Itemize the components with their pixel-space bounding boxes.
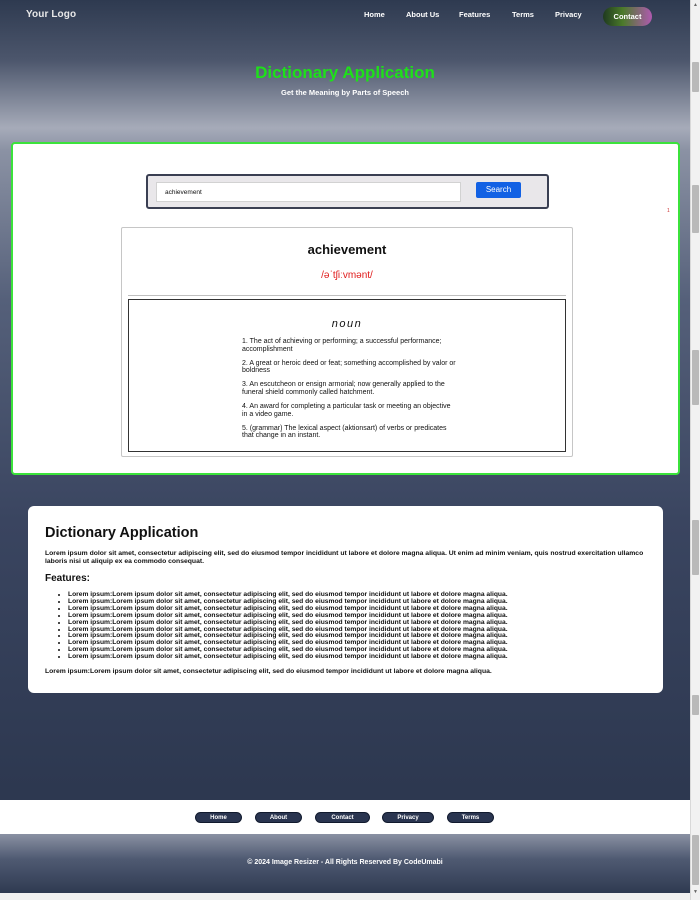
meanings-box: noun 1. The act of achieving or performi… xyxy=(128,299,566,452)
footer-terms-link[interactable]: Terms xyxy=(447,812,494,823)
contact-button[interactable]: Contact xyxy=(603,7,652,26)
part-of-speech: noun xyxy=(331,318,363,330)
footer-privacy-link[interactable]: Privacy xyxy=(382,812,434,823)
search-button[interactable]: Search xyxy=(476,182,521,198)
footer-nav: Home About Contact Privacy Terms xyxy=(0,800,690,834)
nav-home-link[interactable]: Home xyxy=(364,10,385,19)
horizontal-scrollbar[interactable] xyxy=(0,893,690,900)
result-word: achievement xyxy=(307,242,387,257)
scroll-up-arrow-icon[interactable]: ▲ xyxy=(693,2,698,8)
scroll-thumb[interactable] xyxy=(692,62,699,92)
page-marker: 1 xyxy=(667,208,670,214)
nav-privacy-link[interactable]: Privacy xyxy=(555,10,582,19)
about-title: Dictionary Application xyxy=(45,525,199,541)
scroll-thumb[interactable] xyxy=(692,185,699,233)
scroll-thumb[interactable] xyxy=(692,835,699,885)
nav-terms-link[interactable]: Terms xyxy=(512,10,534,19)
scroll-thumb[interactable] xyxy=(692,520,699,575)
scroll-thumb[interactable] xyxy=(692,695,699,715)
footer-home-link[interactable]: Home xyxy=(195,812,242,823)
result-phonetic: /əˈtʃiːvmənt/ xyxy=(321,270,373,281)
nav-about-link[interactable]: About Us xyxy=(406,10,439,19)
vertical-scrollbar[interactable]: ▲ ▼ xyxy=(690,0,700,900)
nav-features-link[interactable]: Features xyxy=(459,10,490,19)
scroll-thumb[interactable] xyxy=(692,350,699,405)
scroll-down-arrow-icon[interactable]: ▼ xyxy=(693,889,698,895)
header: Your Logo Home About Us Features Terms P… xyxy=(0,0,690,32)
about-footer-text: Lorem ipsum:Lorem ipsum dolor sit amet, … xyxy=(45,668,492,675)
page: Your Logo Home About Us Features Terms P… xyxy=(0,0,690,900)
about-card: Dictionary Application Lorem ipsum dolor… xyxy=(28,506,663,693)
divider xyxy=(128,295,566,296)
definition-item: 2. A great or heroic deed or feat; somet… xyxy=(242,359,456,375)
dictionary-card: Search achievement /əˈtʃiːvmənt/ noun 1.… xyxy=(11,142,680,475)
main-nav: Home About Us Features Terms Privacy xyxy=(0,10,690,24)
footer-about-link[interactable]: About xyxy=(255,812,302,823)
feature-item: Lorem ipsum:Lorem ipsum dolor sit amet, … xyxy=(68,653,648,661)
page-subtitle: Get the Meaning by Parts of Speech xyxy=(281,88,409,97)
definition-item: 5. (grammar) The lexical aspect (aktions… xyxy=(242,424,447,440)
search-input[interactable] xyxy=(156,182,461,202)
footer-bottom: © 2024 Image Resizer - All Rights Reserv… xyxy=(0,834,690,900)
definition-item: 4. An award for completing a particular … xyxy=(242,403,451,418)
result-panel: achievement /əˈtʃiːvmənt/ noun 1. The ac… xyxy=(121,227,573,457)
definition-item: 1. The act of achieving or performing; a… xyxy=(242,338,442,353)
footer-contact-link[interactable]: Contact xyxy=(315,812,370,823)
definition-list: 1. The act of achieving or performing; a… xyxy=(242,338,457,446)
page-title: Dictionary Application xyxy=(255,63,435,82)
features-list: Lorem ipsum:Lorem ipsum dolor sit amet, … xyxy=(68,591,648,661)
definition-item: 3. An escutcheon or ensign armorial; now… xyxy=(242,381,445,396)
copyright-text: © 2024 Image Resizer - All Rights Reserv… xyxy=(247,859,443,866)
features-title: Features: xyxy=(45,573,91,584)
about-text: Lorem ipsum dolor sit amet, consectetur … xyxy=(45,550,644,565)
search-bar: Search xyxy=(146,174,549,209)
